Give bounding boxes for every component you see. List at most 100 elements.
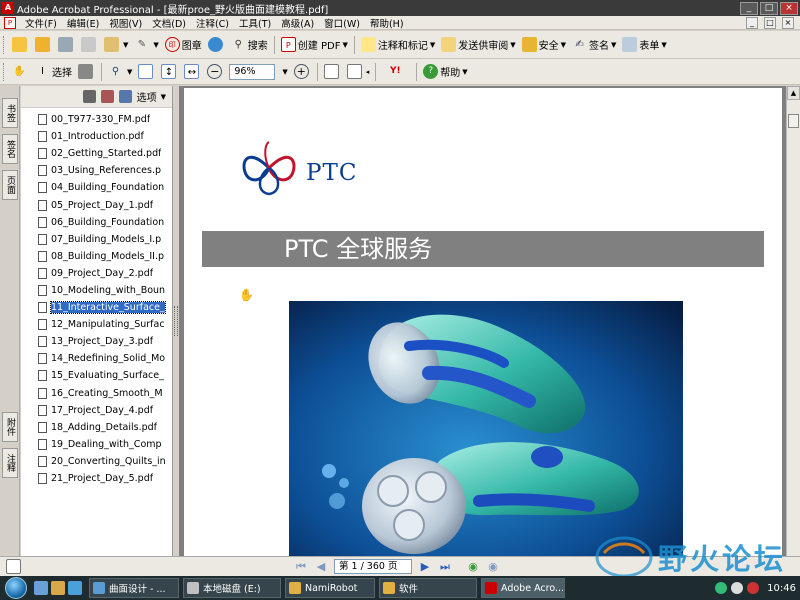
prev-page-icon[interactable]: ◀ <box>313 559 329 575</box>
attachment-item[interactable]: 20_Converting_Quilts_in <box>21 453 172 470</box>
attachment-item[interactable]: 19_Dealing_with_Comp <box>21 436 172 453</box>
zoom-tool-button[interactable]: ⚲ ▼ <box>105 62 135 82</box>
taskbar-item-surface-design[interactable]: 曲面设计 - ... <box>89 578 179 598</box>
attachment-item[interactable]: 03_Using_References.p <box>21 162 172 179</box>
stamp-button[interactable]: 印图章 <box>162 35 205 55</box>
scroll-thumb[interactable] <box>788 114 799 128</box>
taskbar-item-acrobat[interactable]: Adobe Acro... <box>481 578 565 598</box>
print-button[interactable] <box>78 35 101 55</box>
attachment-item[interactable]: 12_Manipulating_Surfac <box>21 316 172 333</box>
first-page-icon[interactable]: ⏮ <box>293 559 309 575</box>
taskbar-item-software[interactable]: 软件 <box>379 578 477 598</box>
attachment-item[interactable]: 18_Adding_Details.pdf <box>21 419 172 436</box>
attachment-item[interactable]: 02_Getting_Started.pdf <box>21 145 172 162</box>
attachment-item[interactable]: 14_Redefining_Solid_Mo <box>21 350 172 367</box>
open-button[interactable] <box>9 35 32 55</box>
options-menu[interactable]: 选项 <box>137 89 157 104</box>
attachment-item[interactable]: 15_Evaluating_Surface_ <box>21 367 172 384</box>
trash-icon[interactable] <box>82 90 96 103</box>
document-view[interactable]: PTC PTC 全球服务 ✋ <box>179 86 786 556</box>
book-icon[interactable] <box>100 90 114 103</box>
zoom-out-button[interactable]: − <box>204 62 227 82</box>
menu-file[interactable]: 文件(F) <box>20 16 62 30</box>
forward-view-icon[interactable]: ◉ <box>485 559 501 575</box>
menu-tools[interactable]: 工具(T) <box>234 16 276 30</box>
rotate-button[interactable] <box>321 62 344 82</box>
menu-document[interactable]: 文档(D) <box>147 16 191 30</box>
attach-button[interactable]: ✎ ▼ <box>131 35 161 55</box>
doc-restore-icon[interactable]: □ <box>764 16 776 29</box>
taskbar-item-namirobot[interactable]: NamiRobot <box>285 578 375 598</box>
tab-attachments[interactable]: 附件 <box>2 412 18 442</box>
globe-button[interactable] <box>205 35 228 55</box>
tray-app-icon[interactable] <box>747 582 760 594</box>
maximize-button[interactable]: □ <box>760 1 778 15</box>
menu-advanced[interactable]: 高级(A) <box>276 16 319 30</box>
page-number-input[interactable]: 第 1 / 360 页 <box>334 559 412 574</box>
explorer-icon[interactable] <box>51 581 65 595</box>
snapshot-button[interactable] <box>75 62 98 82</box>
secure-button[interactable]: 安全 ▼ <box>519 35 569 55</box>
tab-signatures[interactable]: 签名 <box>2 134 18 164</box>
doc-close-icon[interactable]: × <box>782 16 794 29</box>
last-page-icon[interactable]: ⏭ <box>437 559 453 575</box>
save-button[interactable] <box>55 35 78 55</box>
doc-minimize-icon[interactable]: _ <box>746 16 758 29</box>
splitter-grip[interactable] <box>174 306 178 336</box>
pdf-page[interactable]: PTC PTC 全球服务 ✋ <box>184 88 782 556</box>
attachment-item[interactable]: 10_Modeling_with_Boun <box>21 282 172 299</box>
attachment-item[interactable]: 21_Project_Day_5.pdf <box>21 470 172 487</box>
menu-view[interactable]: 视图(V) <box>104 16 147 30</box>
expand-icon[interactable] <box>118 90 132 103</box>
attachment-item[interactable]: 06_Building_Foundation <box>21 214 172 231</box>
volume-icon[interactable] <box>731 582 744 594</box>
zoom-input[interactable]: 96% <box>229 63 276 80</box>
attachment-item[interactable]: 05_Project_Day_1.pdf <box>21 196 172 213</box>
attachment-item[interactable]: 13_Project_Day_3.pdf <box>21 333 172 350</box>
back-view-icon[interactable]: ◉ <box>465 559 481 575</box>
tab-bookmarks[interactable]: 书签 <box>2 98 18 128</box>
attachment-item[interactable]: 09_Project_Day_2.pdf <box>21 265 172 282</box>
zoom-in-button[interactable]: + <box>291 62 314 82</box>
attachment-item[interactable]: 01_Introduction.pdf <box>21 128 172 145</box>
attachment-item[interactable]: 17_Project_Day_4.pdf <box>21 402 172 419</box>
comment-markup-button[interactable]: 注释和标记 ▼ <box>358 35 438 55</box>
next-page-icon[interactable]: ▶ <box>417 559 433 575</box>
menu-comments[interactable]: 注释(C) <box>191 16 234 30</box>
send-review-button[interactable]: 发送供审阅 ▼ <box>438 35 518 55</box>
attachment-item[interactable]: 00_T977-330_FM.pdf <box>21 111 172 128</box>
menu-help[interactable]: 帮助(H) <box>365 16 409 30</box>
tab-pages[interactable]: 页面 <box>2 170 18 200</box>
ie-icon[interactable] <box>68 581 82 595</box>
toolbar-grip[interactable] <box>3 35 6 54</box>
toolbar-grip[interactable] <box>3 62 6 81</box>
attachment-item[interactable]: 11_Interactive_Surface_ <box>21 299 172 316</box>
pdf-doc-icon[interactable]: P <box>4 16 16 29</box>
attachment-item[interactable]: 16_Creating_Smooth_M <box>21 385 172 402</box>
taskbar-item-local-disk[interactable]: 本地磁盘 (E:) <box>183 578 281 598</box>
attachment-item[interactable]: 04_Building_Foundation <box>21 179 172 196</box>
zoom-dropdown[interactable]: ▼ <box>277 62 290 82</box>
menu-edit[interactable]: 编辑(E) <box>62 16 104 30</box>
open-web-button[interactable] <box>32 35 55 55</box>
sign-button[interactable]: ✍ 签名 ▼ <box>569 35 619 55</box>
forms-button[interactable]: 表单 ▼ <box>619 35 669 55</box>
attachment-item[interactable]: 08_Building_Models_II.p <box>21 248 172 265</box>
tab-comments[interactable]: 注释 <box>2 448 18 478</box>
start-button[interactable] <box>0 576 34 600</box>
network-icon[interactable] <box>715 582 728 594</box>
hand-tool-button[interactable]: ✋ <box>9 62 32 82</box>
minimize-button[interactable]: _ <box>740 1 758 15</box>
organizer-button[interactable]: ▼ <box>101 35 131 55</box>
scroll-up-icon[interactable]: ▲ <box>787 86 800 100</box>
menu-window[interactable]: 窗口(W) <box>319 16 365 30</box>
close-button[interactable]: × <box>780 1 798 15</box>
actual-size-button[interactable] <box>135 62 158 82</box>
create-pdf-button[interactable]: P 创建 PDF ▼ <box>278 35 351 55</box>
vertical-scrollbar[interactable]: ▲ <box>786 86 800 556</box>
help-button[interactable]: ? 帮助 ▼ <box>420 62 470 82</box>
show-desktop-icon[interactable] <box>34 581 48 595</box>
page-layout-button[interactable]: ◂ <box>344 62 373 82</box>
select-tool-button[interactable]: I 选择 <box>32 62 75 82</box>
yahoo-button[interactable]: Y! <box>379 62 413 82</box>
